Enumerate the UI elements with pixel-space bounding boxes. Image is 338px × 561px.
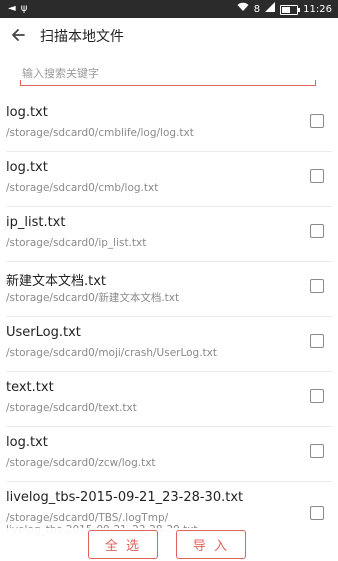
- file-list: log.txt /storage/sdcard0/cmblife/log/log…: [0, 97, 338, 542]
- file-checkbox[interactable]: [310, 444, 324, 458]
- usb-icon: ψ: [20, 3, 28, 14]
- wifi-icon: [237, 2, 249, 17]
- file-list-item[interactable]: ip_list.txt /storage/sdcard0/ip_list.txt: [6, 207, 332, 262]
- file-name: log.txt: [6, 160, 48, 175]
- file-path: /storage/sdcard0/cmblife/log/log.txt: [6, 127, 194, 139]
- file-path: /storage/sdcard0/ip_list.txt: [6, 237, 147, 249]
- file-name: log.txt: [6, 435, 48, 450]
- battery-icon: [280, 4, 301, 15]
- file-list-item[interactable]: log.txt /storage/sdcard0/cmblife/log/log…: [6, 97, 332, 152]
- notification-icon: ◄: [8, 3, 16, 14]
- file-path: /storage/sdcard0/text.txt: [6, 402, 137, 414]
- file-checkbox[interactable]: [310, 114, 324, 128]
- file-checkbox[interactable]: [310, 334, 324, 348]
- file-name: UserLog.txt: [6, 325, 81, 340]
- page-title: 扫描本地文件: [40, 29, 124, 45]
- back-arrow-icon[interactable]: [8, 24, 30, 46]
- file-path-line: /storage/sdcard0/TBS/.logTmp/: [6, 512, 169, 524]
- status-bar-left: ◄ ψ: [8, 2, 27, 16]
- file-path: /storage/sdcard0/moji/crash/UserLog.txt: [6, 347, 218, 359]
- file-name: 新建文本文档.txt: [6, 274, 107, 289]
- search-bar: [20, 62, 316, 86]
- status-bar-right: 8 11:26: [237, 2, 332, 17]
- file-list-item[interactable]: 新建文本文档.txt /storage/sdcard0/新建文本文档.txt: [6, 262, 332, 317]
- file-name: text.txt: [6, 380, 54, 395]
- file-checkbox[interactable]: [310, 224, 324, 238]
- file-list-item[interactable]: text.txt /storage/sdcard0/text.txt: [6, 372, 332, 427]
- file-checkbox[interactable]: [310, 279, 324, 293]
- select-all-button[interactable]: 全 选: [88, 530, 158, 559]
- file-name: log.txt: [6, 105, 48, 120]
- file-path: /storage/sdcard0/cmb/log.txt: [6, 182, 159, 194]
- signal-icon: [265, 2, 276, 17]
- file-name: ip_list.txt: [6, 215, 66, 230]
- status-time: 11:26: [303, 3, 332, 15]
- app-bar: 扫描本地文件: [0, 18, 338, 52]
- signal-strength-text: 8: [253, 3, 261, 15]
- file-path: /storage/sdcard0/zcw/log.txt: [6, 457, 156, 469]
- file-list-item[interactable]: log.txt /storage/sdcard0/cmb/log.txt: [6, 152, 332, 207]
- file-name: livelog_tbs-2015-09-21_23-28-30.txt: [6, 490, 244, 505]
- file-checkbox[interactable]: [310, 169, 324, 183]
- status-bar: ◄ ψ 8 11:26: [0, 0, 338, 18]
- file-checkbox[interactable]: [310, 506, 324, 520]
- file-checkbox[interactable]: [310, 389, 324, 403]
- bottom-action-bar: 全 选 导 入: [0, 528, 338, 561]
- import-button[interactable]: 导 入: [176, 530, 246, 559]
- file-path: /storage/sdcard0/新建文本文档.txt: [6, 292, 180, 304]
- search-underline: [20, 80, 316, 86]
- file-list-item[interactable]: log.txt /storage/sdcard0/zcw/log.txt: [6, 427, 332, 482]
- file-list-item[interactable]: UserLog.txt /storage/sdcard0/moji/crash/…: [6, 317, 332, 372]
